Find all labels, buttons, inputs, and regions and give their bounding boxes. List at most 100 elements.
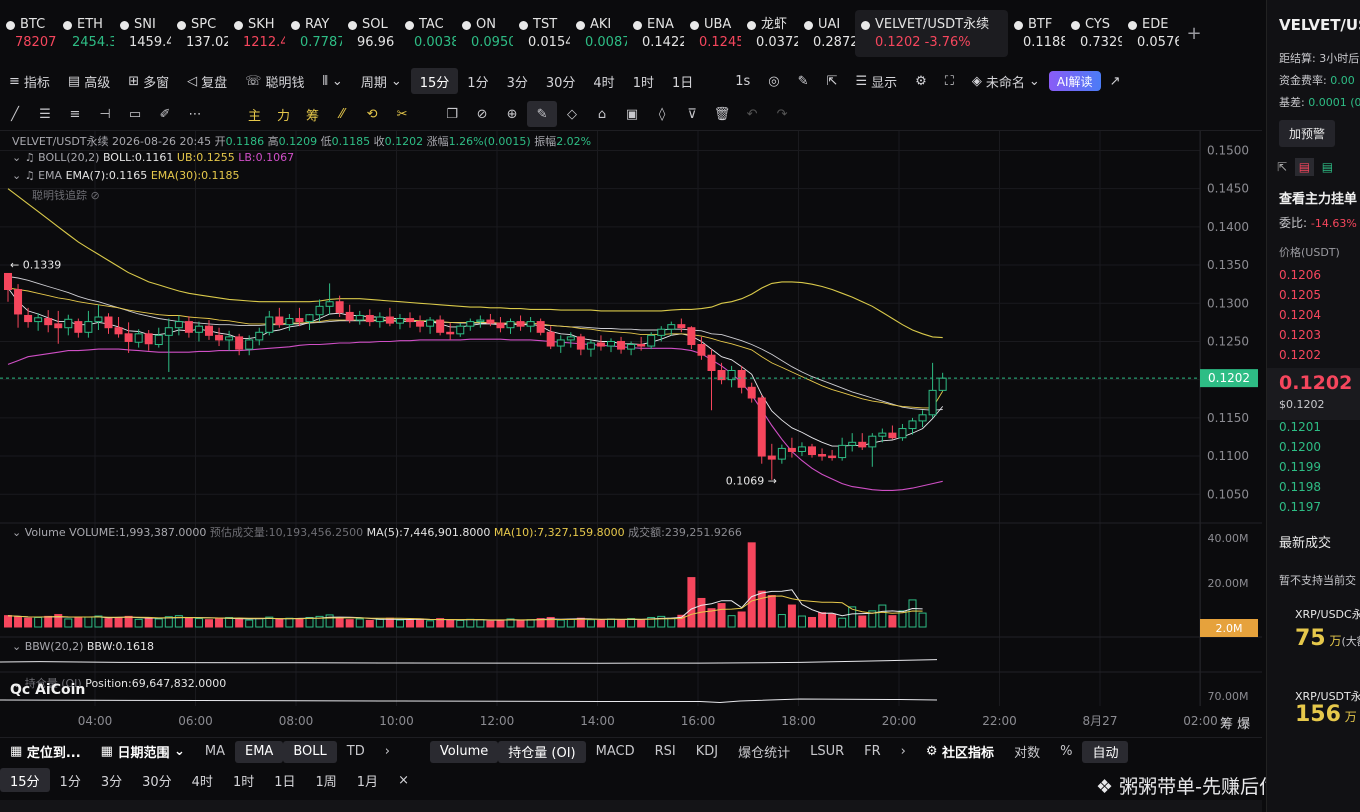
ray-tool-icon[interactable]: ⊣ [90,101,120,127]
ticker-11[interactable]: ENA 0.1422 [627,10,684,57]
ai-read-button[interactable]: AI解读 [1048,71,1101,91]
book-asks-icon[interactable]: ▤ [1294,158,1315,176]
indicator-0[interactable]: MA [195,741,235,763]
sync-icon[interactable]: ⟲ [357,101,387,127]
indicator-1[interactable]: EMA [235,740,284,763]
tab-tf-2[interactable]: 3分 [498,68,537,94]
export-icon[interactable]: ↗ [1101,68,1130,94]
ticker-7[interactable]: TAC 0.0038 [399,10,456,57]
template-icon[interactable]: ▣ [617,101,647,127]
ticker-9[interactable]: TST 0.0154 [513,10,570,57]
brush-tool-icon[interactable]: ✐ [150,101,180,127]
big-order-button[interactable]: 力 [269,105,298,124]
sub-indicator-4[interactable]: KDJ [686,741,728,763]
bell-icon[interactable]: ♫ [25,169,35,182]
quick-tf-3[interactable]: 30分 [132,768,182,792]
settings-gear-icon[interactable]: ⚙ [906,68,936,94]
chevron-icon[interactable]: ⌄ [12,526,21,539]
ticker-10[interactable]: AKI 0.0087 [570,10,627,57]
chips-toggle[interactable]: 筹 爆 [1220,713,1250,732]
indicator-2[interactable]: BOLL [283,740,337,763]
layers-icon[interactable]: ◊ [647,101,677,127]
zoom-icon[interactable]: ⊕ [497,101,527,127]
ticker-3[interactable]: SPC 137.02 [171,10,228,57]
tab-tf-1[interactable]: 1分 [458,68,497,94]
bell-icon[interactable]: ♫ [25,151,35,164]
tab-tf-3[interactable]: 30分 [537,68,585,94]
tab-tf-6[interactable]: 1日 [663,68,702,94]
lock-icon[interactable]: ⌂ [587,101,617,127]
date-range-button[interactable]: ▦ 日期范围 ⌄ [91,741,195,763]
sub-indicator-3[interactable]: RSI [645,741,686,763]
smart-money-button[interactable]: ☏ 聪明钱 [236,68,313,94]
fullscreen-icon[interactable]: ⛶ [936,68,963,94]
sub-indicator-7[interactable]: FR [854,741,891,763]
sub-indicator-5[interactable]: 爆仓统计 [728,741,800,763]
multi-window-button[interactable]: ⊞ 多窗 [119,68,178,94]
book-bids-icon[interactable]: ▤ [1322,160,1333,174]
log-scale-toggle[interactable]: 对数 [1004,741,1050,763]
quick-tf-7[interactable]: 1周 [306,768,347,792]
percent-toggle[interactable]: % [1050,741,1082,763]
quick-tf-1[interactable]: 1分 [50,768,91,792]
add-ticker-icon[interactable]: + [1179,10,1209,57]
ticker-6[interactable]: SOL 96.96 [342,10,399,57]
channel-tool-icon[interactable]: ≡ [60,101,90,127]
chevron-icon[interactable]: ⌄ [12,640,21,653]
indicators-button[interactable]: ≡ 指标 [0,68,59,94]
trash-icon[interactable]: 🗑 [707,101,737,127]
advanced-button[interactable]: ▤ 高级 [59,68,119,94]
replay-button[interactable]: ◁ 复盘 [178,68,236,94]
ticker-1[interactable]: ETH 2454.3 [57,10,114,57]
camera-icon[interactable]: ◎ [759,68,788,94]
layout-dropdown[interactable]: ◈ 未命名 ⌄ [963,68,1049,94]
line-tool-icon[interactable]: ╱ [0,101,30,127]
ticker-12[interactable]: UBA 0.1245 [684,10,741,57]
redo-icon[interactable]: ↷ [767,101,797,127]
undo-icon[interactable]: ↶ [737,101,767,127]
eye-off-icon[interactable]: ⊘ [91,189,100,202]
community-indicators-button[interactable]: ⚙ 社区指标 [916,741,1004,763]
rect-tool-icon[interactable]: ▭ [120,101,150,127]
candlestick-chart[interactable]: 0.1500 0.1450 0.1400 0.1350 0.1300 0.1250 0.12… [0,131,1262,736]
add-alert-button[interactable]: 加预警 [1279,120,1336,147]
hline-tool-icon[interactable]: ☰ [30,101,60,127]
ticker-active[interactable]: VELVET/USDT永续 0.1202 -3.76% [855,10,1008,57]
visibility-icon[interactable]: ◇ [557,101,587,127]
chart-type-button[interactable]: ⫴ ⌄ [313,68,351,94]
pattern-icon[interactable]: ⁄⁄ [327,101,357,127]
chart-area[interactable]: 0.1500 0.1450 0.1400 0.1350 0.1300 0.1250 0.12… [0,130,1262,735]
ticker-0[interactable]: BTC 78207 [0,10,57,57]
ticker-14[interactable]: UAI 0.2872 [798,10,855,57]
edit-icon[interactable]: ✎ [789,68,818,94]
chips-button[interactable]: 筹 [298,105,327,124]
ticker-5[interactable]: RAY 0.7787 [285,10,342,57]
quick-tf-6[interactable]: 1日 [264,768,305,792]
tab-tf-4[interactable]: 4时 [584,68,623,94]
speed-button[interactable]: 1s [726,68,759,94]
tag-icon[interactable]: ✂ [387,101,417,127]
magnet-icon[interactable]: ✎ [527,101,558,127]
quick-tf-8[interactable]: 1月 [347,768,388,792]
sub-indicator-0[interactable]: Volume [429,740,499,763]
ticker-a2[interactable]: EDE 0.0576 [1122,10,1179,57]
more-indicators-icon[interactable]: › [375,741,400,763]
indicator-3[interactable]: TD [337,741,375,763]
close-quickbar-icon[interactable]: × [388,768,419,792]
main-force-button[interactable]: 主 [240,105,269,124]
sub-indicator-2[interactable]: MACD [586,741,645,763]
quick-tf-5[interactable]: 1时 [223,768,264,792]
quick-tf-0[interactable]: 15分 [0,768,50,792]
more-tools-icon[interactable]: ⋯ [180,101,210,127]
more-sub-icon[interactable]: › [891,741,916,763]
ruler-icon[interactable]: ⊘ [467,101,497,127]
chevron-icon[interactable]: ⌄ [12,151,21,164]
ticker-8[interactable]: ON 0.0950 [456,10,513,57]
locate-button[interactable]: ▦ 定位到... [0,741,91,763]
ticker-13[interactable]: 龙虾 0.0372 [741,10,798,57]
tab-tf-5[interactable]: 1时 [624,68,663,94]
period-dropdown[interactable]: 周期 ⌄ [352,68,411,94]
share-icon[interactable]: ⇱ [818,68,847,94]
ticker-2[interactable]: SNI 1459.4 [114,10,171,57]
copy-icon[interactable]: ❐ [437,101,467,127]
